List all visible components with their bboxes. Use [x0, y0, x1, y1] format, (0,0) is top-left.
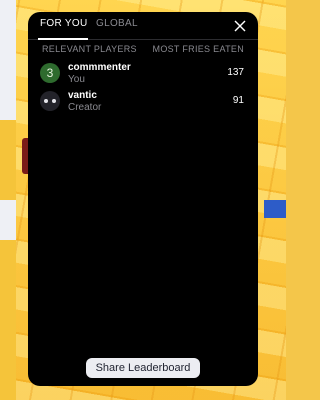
- avatar: [40, 91, 60, 111]
- close-button[interactable]: [230, 16, 250, 36]
- game-background-edge: [0, 0, 16, 400]
- column-header-players: RELEVANT PLAYERS: [42, 44, 137, 54]
- avatar-letter: 3: [46, 66, 54, 80]
- leaderboard-panel: FOR YOU GLOBAL RELEVANT PLAYERS MOST FRI…: [28, 12, 258, 386]
- leaderboard-row[interactable]: 3 commmenter You 137: [40, 62, 244, 90]
- player-score: 137: [227, 67, 244, 78]
- player-name: vantic: [68, 90, 97, 101]
- face-icon: [44, 99, 56, 103]
- active-tab-indicator: [38, 38, 88, 40]
- close-icon: [234, 20, 246, 32]
- column-header-metric: MOST FRIES EATEN: [152, 44, 244, 54]
- player-subtitle: Creator: [68, 102, 102, 113]
- share-leaderboard-button[interactable]: Share Leaderboard: [86, 358, 200, 378]
- tab-bar: FOR YOU GLOBAL: [28, 12, 258, 40]
- tab-for-you[interactable]: FOR YOU: [40, 18, 87, 29]
- leaderboard-row[interactable]: vantic Creator 91: [40, 90, 244, 118]
- player-subtitle: You: [68, 74, 85, 85]
- player-score: 91: [232, 95, 244, 106]
- game-object: [264, 200, 286, 218]
- tab-global[interactable]: GLOBAL: [96, 18, 138, 29]
- avatar: 3: [40, 63, 60, 83]
- player-name: commmenter: [68, 62, 131, 73]
